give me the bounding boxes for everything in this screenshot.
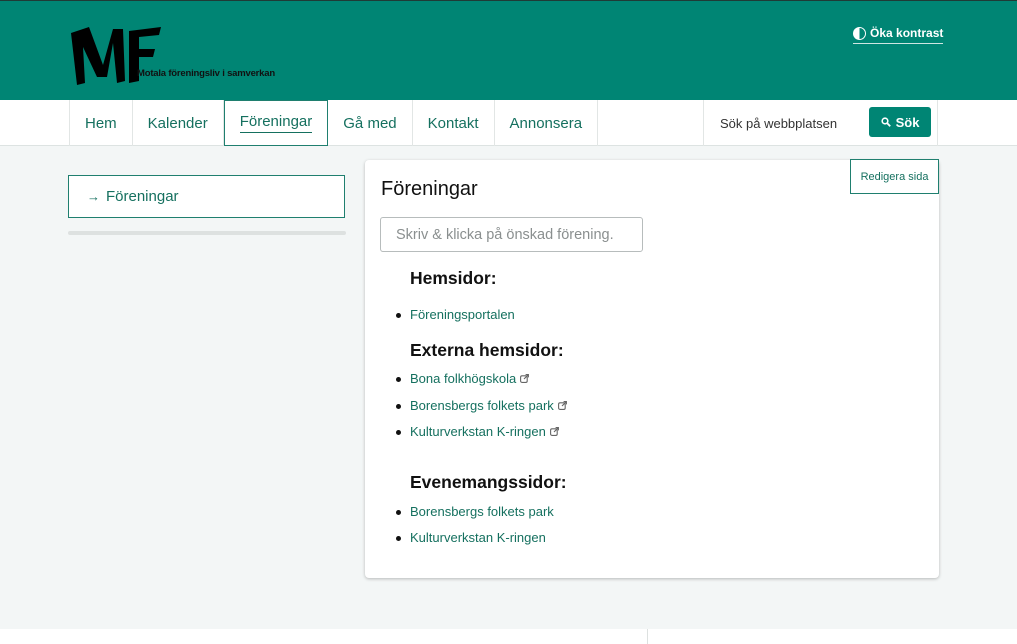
nav-item-label: Gå med	[343, 114, 397, 132]
search-button-label: Sök	[895, 114, 920, 130]
link-label: Borensbergs folkets park	[410, 504, 554, 519]
nav-menu: Hem Kalender Föreningar Gå med Kontakt A…	[69, 100, 599, 146]
search-icon	[880, 117, 891, 127]
section-heading: Evenemangssidor:	[410, 472, 567, 492]
sidebar-divider	[68, 231, 346, 235]
nav-item-label: Föreningar	[239, 113, 313, 133]
nav-item-kontakt[interactable]: Kontakt	[413, 100, 495, 146]
site-footer	[0, 629, 1017, 644]
list-item-link[interactable]: Föreningsportalen	[396, 307, 515, 322]
nav-item-ga-med[interactable]: Gå med	[328, 100, 413, 146]
page-title: Föreningar	[381, 178, 478, 200]
site-search: Sök	[703, 100, 938, 146]
nav-item-label: Kontakt	[427, 114, 479, 132]
footer-divider	[647, 629, 648, 644]
nav-item-annonsera[interactable]: Annonsera	[495, 100, 599, 146]
contrast-toggle[interactable]: Öka kontrast	[853, 26, 944, 44]
list-item-link[interactable]: Bona folkhögskola	[395, 371, 530, 386]
link-label: Borensbergs folkets park	[410, 398, 554, 413]
logo-tagline: Motala föreningsliv i samverkan	[137, 68, 275, 79]
nav-item-label: Kalender	[147, 114, 208, 132]
nav-item-label: Annonsera	[509, 114, 583, 132]
association-filter-input[interactable]	[380, 217, 643, 252]
main-navigation: Hem Kalender Föreningar Gå med Kontakt A…	[0, 100, 1017, 146]
nav-item-kalender[interactable]: Kalender	[133, 100, 224, 146]
nav-item-label: Hem	[85, 114, 117, 132]
site-header: Motala föreningsliv i samverkan Öka kont…	[0, 0, 1017, 100]
contrast-label: Öka kontrast	[870, 26, 944, 40]
search-input[interactable]	[704, 115, 854, 131]
contrast-icon	[853, 26, 866, 40]
nav-item-foreningar[interactable]: Föreningar	[223, 100, 329, 146]
external-link-icon	[520, 374, 530, 383]
section-heading: Hemsidor:	[410, 268, 497, 288]
link-label: Kulturverkstan K-ringen	[410, 530, 546, 545]
external-link-icon	[549, 427, 559, 436]
nav-item-hem[interactable]: Hem	[70, 100, 133, 146]
link-label: Föreningsportalen	[410, 307, 515, 322]
section-heading: Externa hemsidor:	[410, 340, 564, 360]
list-item-link[interactable]: Borensbergs folkets park	[396, 504, 554, 519]
sidebar-item-label: Föreningar	[106, 188, 179, 205]
arrow-right-icon: →	[87, 189, 100, 204]
link-label: Bona folkhögskola	[410, 371, 517, 386]
list-item-link[interactable]: Kulturverkstan K-ringen	[396, 530, 546, 545]
search-button[interactable]: Sök	[869, 107, 931, 137]
external-link-icon	[557, 401, 567, 410]
list-item-link[interactable]: Borensbergs folkets park	[396, 398, 567, 413]
link-label: Kulturverkstan K-ringen	[410, 424, 546, 439]
edit-page-button[interactable]: Redigera sida	[850, 159, 939, 194]
sidebar-item-foreningar[interactable]: → Föreningar	[68, 175, 345, 218]
list-item-link[interactable]: Kulturverkstan K-ringen	[396, 424, 559, 439]
